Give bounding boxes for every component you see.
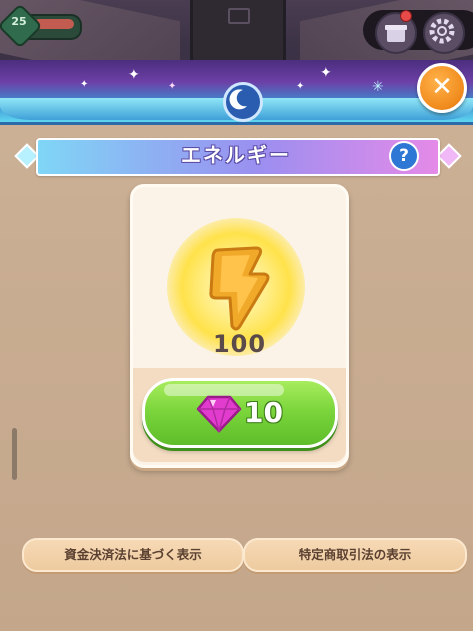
sparkle-icon: ✦ [320, 65, 332, 81]
dialog-title: エネルギー [181, 143, 291, 167]
energy-amount: 100 [212, 330, 267, 358]
close-button[interactable]: ✕ [417, 63, 467, 113]
gem-icon [196, 395, 242, 433]
title-ornament-right [436, 143, 462, 169]
sparkle-icon: ✦ [168, 81, 177, 92]
settings-button[interactable] [423, 12, 465, 54]
notification-dot [400, 10, 412, 22]
book-sign-icon [228, 8, 250, 24]
sparkle-icon: ✦ [80, 79, 89, 90]
gear-icon [429, 18, 455, 44]
price-value: 10 [244, 396, 283, 429]
sparkle-icon: ✦ [296, 81, 305, 92]
level-number: 25 [11, 15, 27, 28]
sparkle-icon: ✳ [372, 79, 384, 95]
scrollbar[interactable] [12, 428, 17, 480]
sparkle-icon: ✦ [128, 67, 140, 83]
moon-emblem-icon [223, 82, 263, 122]
lightning-bolt-icon [209, 246, 270, 331]
payment-services-act-button[interactable]: 資金決済法に基づく表示 [22, 538, 244, 572]
commercial-transactions-act-button[interactable]: 特定商取引法の表示 [243, 538, 467, 572]
help-button[interactable]: ? [389, 141, 419, 171]
